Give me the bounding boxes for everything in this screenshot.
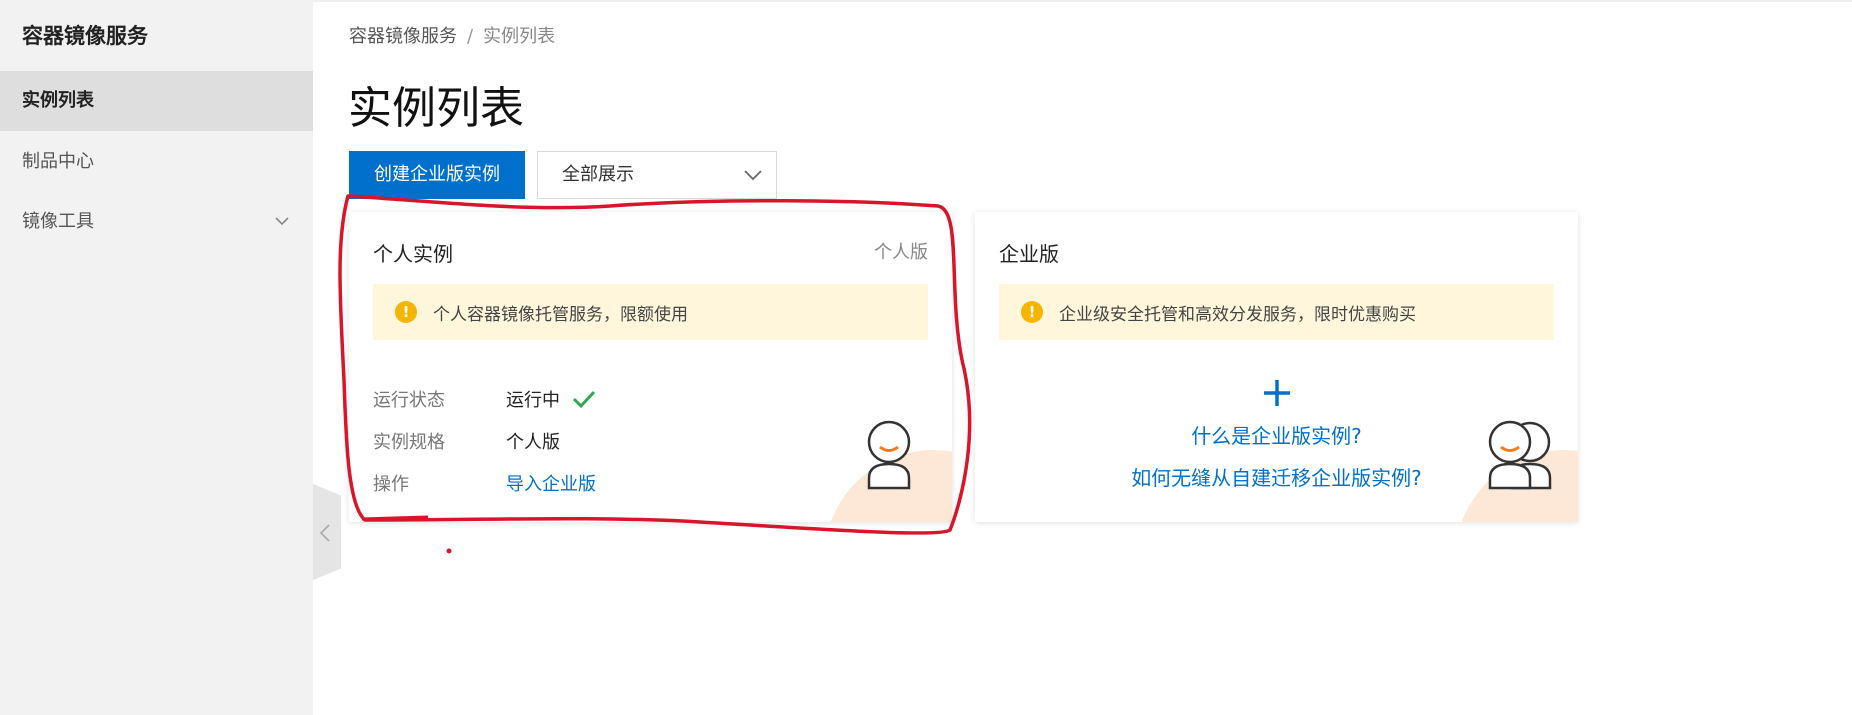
sidebar-collapse-handle[interactable] — [313, 484, 341, 580]
display-filter-value: 全部展示 — [562, 164, 634, 185]
plus-icon[interactable] — [1262, 378, 1292, 408]
sidebar-item-instance-list[interactable]: 实例列表 — [0, 71, 313, 131]
status-value: 运行中 — [506, 390, 560, 411]
breadcrumb-separator: / — [467, 26, 474, 47]
chevron-left-icon — [319, 524, 330, 542]
edition-tag: 个人版 — [874, 242, 928, 263]
create-enterprise-instance-button[interactable]: 创建企业版实例 — [349, 151, 525, 199]
sidebar-item-artifact-center[interactable]: 制品中心 — [0, 132, 313, 192]
page-title: 实例列表 — [348, 83, 524, 134]
import-enterprise-link[interactable]: 导入企业版 — [506, 470, 596, 496]
sidebar-item-label: 镜像工具 — [22, 211, 94, 232]
personal-instance-card[interactable]: 个人实例 个人版 ! 个人容器镜像托管服务，限额使用 运行状态 运行中 实例规格… — [349, 212, 952, 522]
notice-banner: ! 企业级安全托管和高效分发服务，限时优惠购买 — [999, 284, 1554, 340]
warning-icon: ! — [395, 301, 417, 323]
top-divider — [313, 0, 1852, 2]
chevron-down-icon — [744, 170, 762, 181]
action-label: 操作 — [373, 474, 409, 495]
card-title: 个人实例 — [373, 242, 453, 266]
warning-icon: ! — [1021, 301, 1043, 323]
sidebar-item-image-tools[interactable]: 镜像工具 — [0, 192, 313, 252]
chevron-down-icon — [275, 217, 289, 226]
breadcrumb-current: 实例列表 — [483, 26, 556, 47]
notice-banner: ! 个人容器镜像托管服务，限额使用 — [373, 284, 928, 340]
breadcrumb: 容器镜像服务 / 实例列表 — [349, 22, 555, 48]
sidebar-item-label: 实例列表 — [22, 90, 94, 111]
user-avatar-icon — [867, 420, 911, 490]
users-avatar-icon — [1488, 420, 1552, 490]
sidebar-item-label: 制品中心 — [22, 151, 94, 172]
spec-label: 实例规格 — [373, 432, 445, 453]
notice-text: 企业级安全托管和高效分发服务，限时优惠购买 — [1059, 305, 1416, 325]
card-title: 企业版 — [999, 242, 1059, 266]
sidebar: 容器镜像服务 实例列表 制品中心 镜像工具 — [0, 0, 313, 715]
status-label: 运行状态 — [373, 390, 445, 411]
sidebar-title: 容器镜像服务 — [22, 24, 148, 48]
spec-value: 个人版 — [506, 432, 560, 453]
display-filter-select[interactable]: 全部展示 — [537, 151, 777, 199]
enterprise-instance-card[interactable]: 企业版 ! 企业级安全托管和高效分发服务，限时优惠购买 什么是企业版实例? 如何… — [975, 212, 1578, 522]
notice-text: 个人容器镜像托管服务，限额使用 — [433, 305, 688, 325]
breadcrumb-root[interactable]: 容器镜像服务 — [349, 26, 457, 47]
check-icon — [572, 390, 596, 409]
